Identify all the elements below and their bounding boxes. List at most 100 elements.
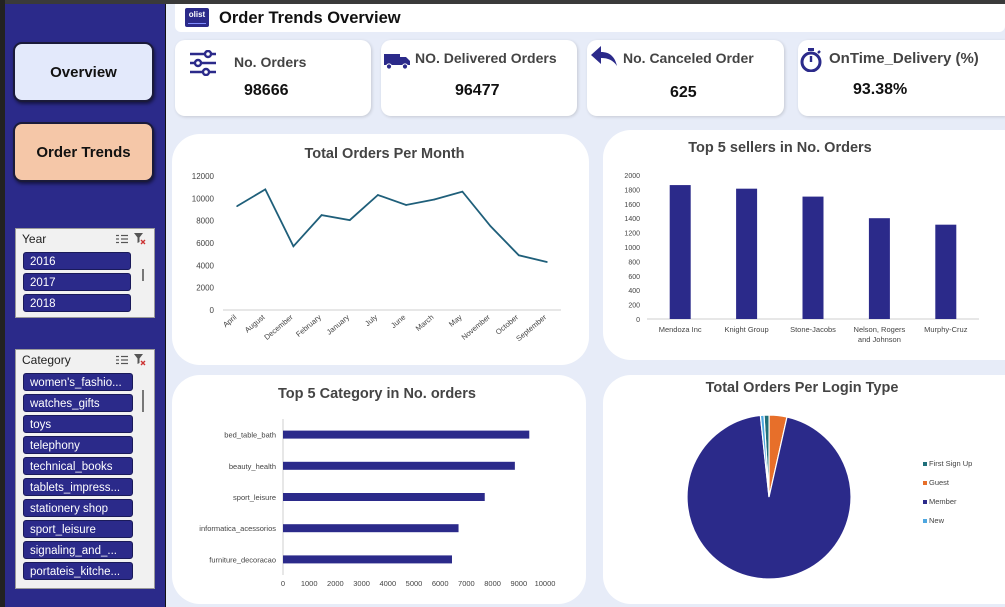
bar (935, 224, 957, 319)
y-tick-label: 10000 (192, 194, 215, 203)
olist-logo: olist (185, 8, 209, 27)
top-categories-card: Top 5 Category in No. orders bed_table_b… (172, 375, 586, 604)
top-categories-chart: bed_table_bath beauty_health sport_leisure… (199, 419, 556, 588)
data-point (377, 194, 379, 196)
reply-arrow-icon (591, 46, 617, 66)
data-point (405, 204, 407, 206)
bar (283, 555, 452, 564)
y-tick-label: 1800 (624, 187, 640, 194)
category-slicer-item[interactable]: stationery shop (23, 499, 133, 517)
category-slicer-item[interactable]: portateis_kitche... (23, 562, 133, 580)
x-tick-label: Murphy-Cruz (924, 325, 968, 334)
y-tick-label: beauty_health (229, 462, 276, 471)
y-tick-label: 1400 (624, 216, 640, 223)
x-tick-label: 1000 (301, 579, 318, 588)
x-tick-label: Mendoza Inc (659, 325, 702, 334)
x-tick-label: Nelson, Rogers and Johnson (854, 325, 906, 344)
category-slicer-title: Category (22, 353, 71, 367)
y-tick-label: 200 (628, 303, 640, 310)
data-point (517, 254, 520, 257)
category-slicer-item[interactable]: technical_books (23, 457, 133, 475)
clear-filter-icon[interactable] (134, 354, 146, 366)
login-type-chart: First Sign Up Guest Member New (686, 414, 972, 580)
orders-per-month-card: Total Orders Per Month 0 2000 4000 6000 8000… (172, 134, 589, 365)
clear-filter-icon[interactable] (134, 233, 146, 245)
bar (802, 196, 824, 319)
legend-label: New (929, 516, 945, 525)
legend-label: First Sign Up (929, 459, 972, 468)
category-slicer: Category women's_fashio... watches_giftst… (15, 349, 155, 589)
orders-per-month-chart: 0 2000 4000 6000 8000 10000 12000 April AugustDe… (192, 172, 561, 343)
kpi-canceled-value: 625 (670, 84, 697, 101)
y-tick-label: 600 (628, 274, 640, 281)
x-tick-label: September (514, 312, 548, 343)
x-tick-label: May (447, 312, 464, 328)
data-point (489, 225, 492, 228)
y-tick-label: 2000 (196, 284, 214, 293)
data-point (236, 205, 238, 207)
order-trends-button[interactable]: Order Trends (13, 122, 154, 182)
overview-button[interactable]: Overview (13, 42, 154, 102)
y-tick-label: 1000 (624, 245, 640, 252)
x-tick-label: June (389, 313, 407, 330)
page-title: Order Trends Overview (219, 9, 401, 27)
kpi-orders-label: No. Orders (234, 54, 307, 70)
year-slicer-header: Year (16, 229, 154, 249)
category-slicer-item[interactable]: telephony (23, 436, 133, 454)
x-tick-label: Stone-Jacobs (790, 325, 836, 334)
category-slicer-item[interactable]: watches_gifts (23, 394, 133, 412)
year-slicer-item[interactable]: 2016 (23, 252, 131, 270)
data-point (264, 188, 267, 191)
x-tick-label: 6000 (432, 579, 449, 588)
kpi-card-delivered: NO. Delivered Orders 96477 (381, 40, 577, 116)
x-tick-label: 10000 (535, 579, 556, 588)
multi-select-icon[interactable] (116, 234, 128, 244)
bar (669, 185, 691, 319)
data-point (320, 214, 323, 216)
y-tick-label: 8000 (196, 217, 214, 226)
data-point (348, 219, 351, 221)
year-slicer-scrollbar[interactable] (142, 269, 144, 281)
year-slicer-items: 2016 2017 2018 (16, 252, 154, 312)
series-line (236, 188, 548, 263)
bar (283, 461, 515, 470)
category-slicer-item[interactable]: toys (23, 415, 133, 433)
category-slicer-item[interactable]: signaling_and_... (23, 541, 133, 559)
bar (736, 188, 758, 319)
truck-icon (384, 54, 410, 70)
x-tick-label: April (221, 312, 239, 329)
y-tick-label: 800 (628, 259, 640, 266)
kpi-card-canceled: No. Canceled Order 625 (587, 40, 784, 116)
kpi-delivered-label: NO. Delivered Orders (415, 50, 557, 66)
legend-swatch (923, 462, 927, 466)
y-tick-label: informatica_acessorios (199, 524, 276, 533)
x-tick-label: Knight Group (724, 325, 768, 334)
category-slicer-item[interactable]: tablets_impress... (23, 478, 133, 496)
y-tick-label: 0 (636, 317, 640, 324)
category-slicer-item[interactable]: sport_leisure (23, 520, 133, 538)
category-slicer-item[interactable]: women's_fashio... (23, 373, 133, 391)
legend-label: Member (929, 497, 957, 506)
year-slicer-title: Year (22, 232, 47, 246)
x-tick-label: 9000 (510, 579, 527, 588)
x-tick-label: 3000 (353, 579, 370, 588)
year-slicer-item[interactable]: 2017 (23, 273, 131, 291)
year-slicer: Year 2016 2017 2018 (15, 228, 155, 318)
y-tick-label: 400 (628, 288, 640, 295)
sidebar: Overview Order Trends Year 2016 2017 2018 … (5, 4, 166, 607)
x-tick-label: 5000 (406, 579, 423, 588)
multi-select-icon[interactable] (116, 355, 128, 365)
y-tick-label: 6000 (196, 239, 214, 248)
category-slicer-scrollbar[interactable] (142, 390, 144, 412)
login-type-card: Total Orders Per Login Type First Sign U… (603, 375, 1005, 604)
x-tick-label: February (294, 312, 323, 338)
y-tick-label: 2000 (624, 173, 640, 180)
legend-swatch (923, 481, 927, 485)
x-tick-label: December (262, 312, 295, 341)
kpi-canceled-label: No. Canceled Order (623, 50, 754, 66)
x-tick-label: 0 (281, 579, 285, 588)
bar (283, 430, 530, 439)
year-slicer-item[interactable]: 2018 (23, 294, 131, 312)
header-bar: olist Order Trends Overview (175, 4, 1005, 32)
y-tick-label: 1200 (624, 231, 640, 238)
